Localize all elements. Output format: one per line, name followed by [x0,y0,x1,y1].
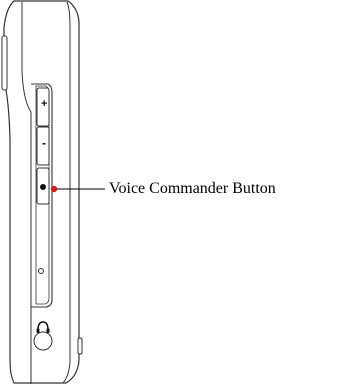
callout-marker [50,185,58,193]
voice-commander-dot-icon [40,184,46,190]
device-side-view-diagram: + - Voice Commander Button [0,0,338,385]
reset-hole [38,268,44,274]
headphone-jack [33,331,53,351]
stylus-slot [1,35,8,91]
side-notch [77,337,83,355]
volume-up-symbol: + [41,98,48,110]
volume-down-symbol: - [42,136,46,150]
callout-label: Voice Commander Button [109,180,276,197]
